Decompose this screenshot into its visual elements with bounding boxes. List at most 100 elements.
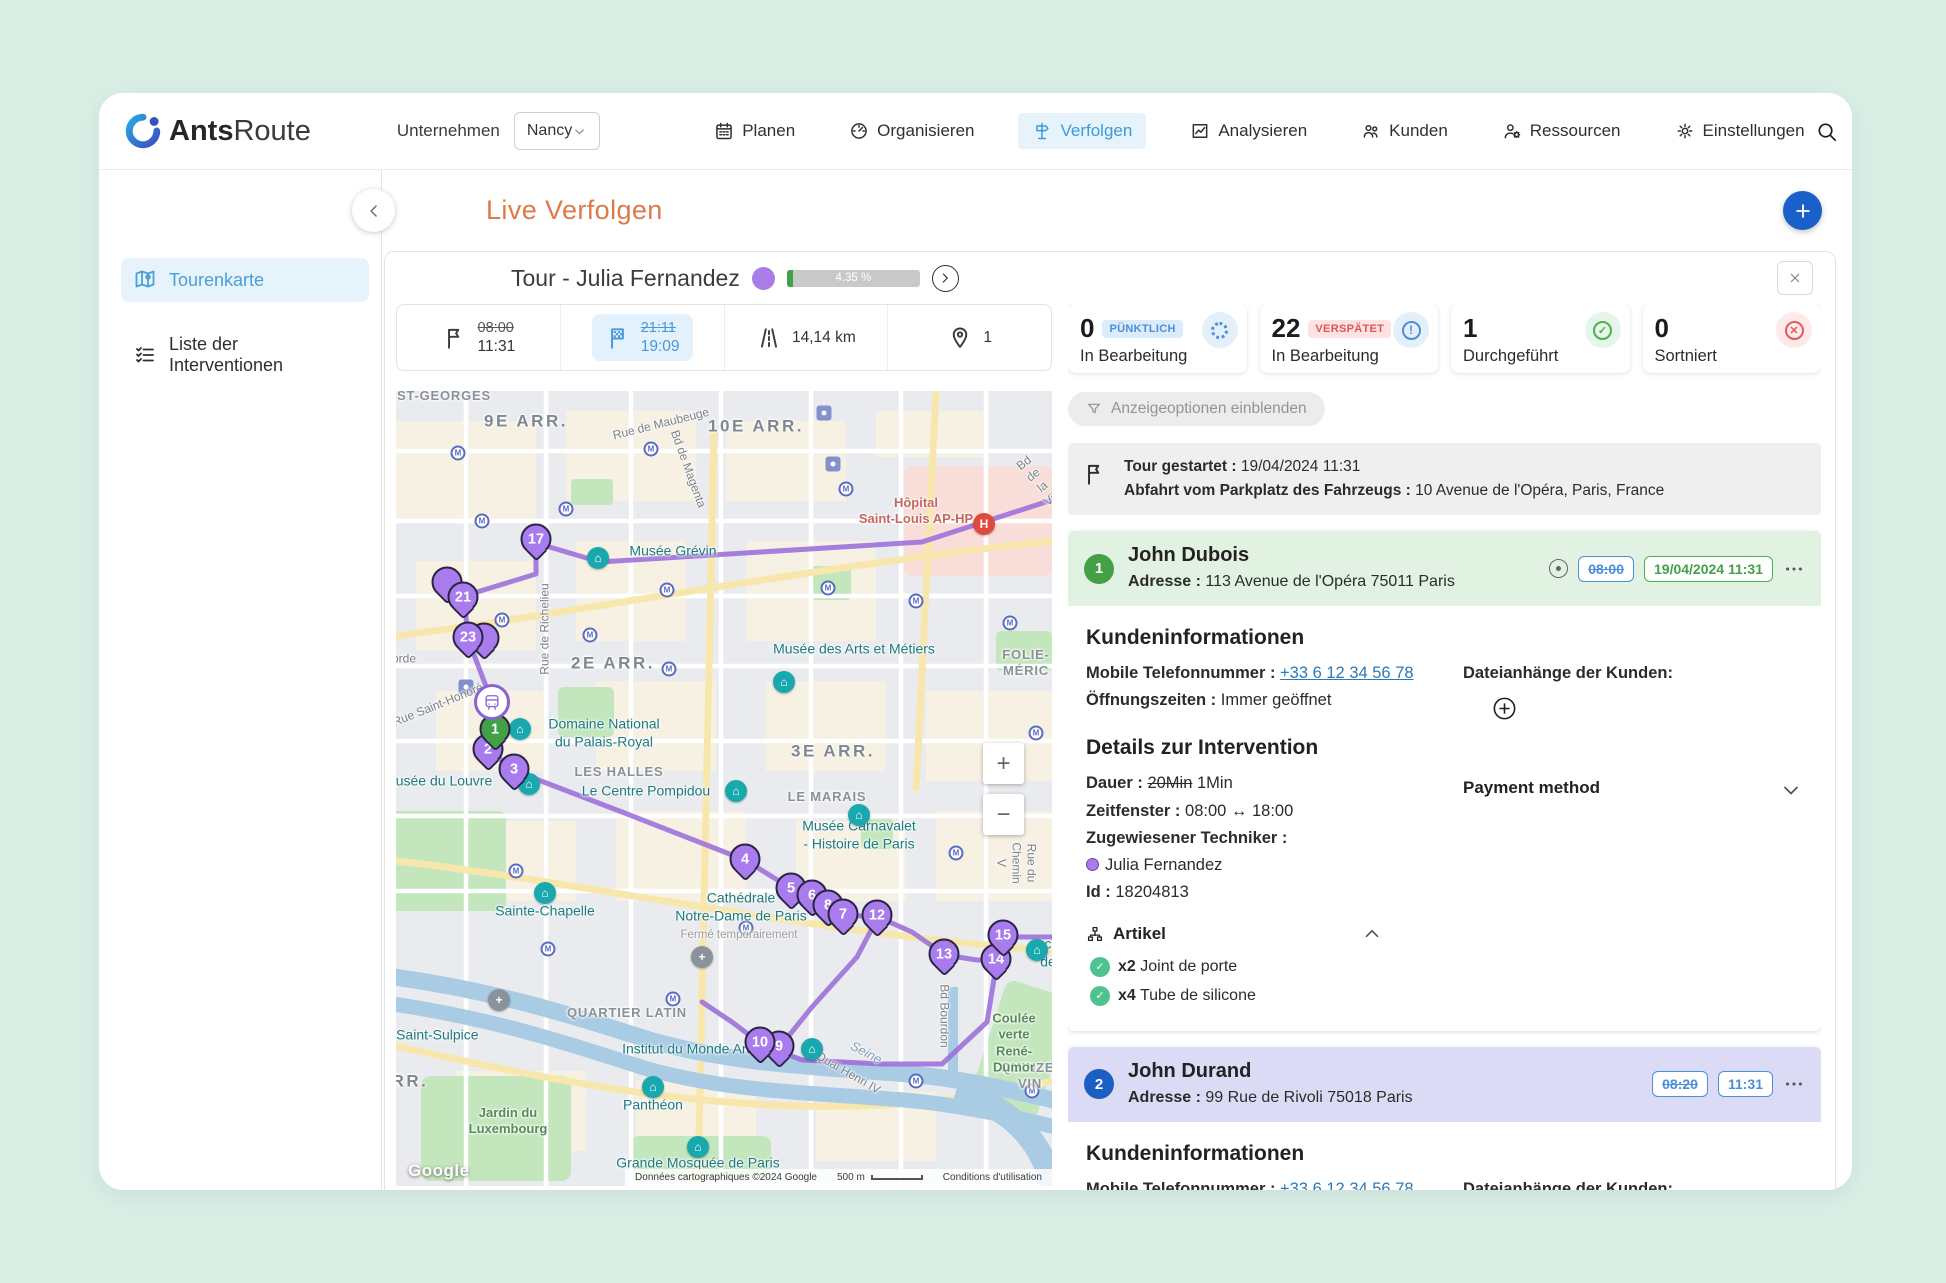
app-logo[interactable]: AntsRoute: [125, 113, 311, 149]
sidebar-item[interactable]: Tourenkarte: [121, 258, 369, 302]
intervention-id: 18204813: [1115, 883, 1188, 901]
metro-station-icon[interactable]: [666, 992, 681, 1007]
map-stop-marker[interactable]: 4: [730, 844, 761, 875]
metro-station-icon[interactable]: [559, 502, 574, 517]
metro-station-icon[interactable]: [1025, 1084, 1040, 1099]
map-poi-icon[interactable]: [691, 946, 713, 968]
phone-link[interactable]: +33 6 12 34 56 78: [1280, 664, 1414, 682]
map-poi-icon[interactable]: [973, 513, 995, 535]
metro-station-icon[interactable]: [739, 921, 754, 936]
map-stop-marker[interactable]: 12: [862, 900, 893, 931]
phone-link[interactable]: +33 6 12 34 56 78: [1280, 1180, 1414, 1190]
search-button[interactable]: [1815, 120, 1838, 143]
status-count: 22: [1272, 313, 1301, 344]
metro-station-icon[interactable]: [662, 662, 677, 677]
metro-station-icon[interactable]: [660, 583, 675, 598]
transit-station-icon[interactable]: [817, 406, 832, 421]
add-button[interactable]: [1783, 191, 1822, 230]
metro-station-icon[interactable]: [909, 1074, 924, 1089]
nav-item[interactable]: Organisieren: [839, 113, 984, 149]
tour-title: Tour - Julia Fernandez: [511, 265, 740, 292]
map-poi-icon[interactable]: [773, 671, 795, 693]
status-icon: [1776, 312, 1812, 348]
map-poi-icon[interactable]: [848, 804, 870, 826]
map-poi-icon[interactable]: [687, 1136, 709, 1158]
company-select[interactable]: Nancy: [514, 112, 600, 150]
metro-station-icon[interactable]: [821, 581, 836, 596]
add-attachment-button[interactable]: [1491, 695, 1518, 722]
tour-stat-value: 11:31: [478, 337, 516, 356]
metro-station-icon[interactable]: [475, 514, 490, 529]
nav-item[interactable]: Verfolgen: [1018, 113, 1146, 149]
sidebar-item[interactable]: Liste der Interventionen: [121, 324, 369, 386]
map-stop-marker[interactable]: 13: [929, 939, 960, 970]
metro-station-icon[interactable]: [583, 628, 598, 643]
status-icon: [1202, 312, 1238, 348]
map-stop-marker[interactable]: 3: [499, 754, 530, 785]
metro-station-icon[interactable]: [509, 864, 524, 879]
tour-stat: 14,14 km: [725, 305, 889, 370]
close-panel-button[interactable]: [1777, 261, 1813, 295]
metro-station-icon[interactable]: [839, 482, 854, 497]
transit-station-icon[interactable]: [459, 680, 474, 695]
google-logo: Google: [408, 1161, 470, 1181]
metro-station-icon[interactable]: [541, 942, 556, 957]
map-poi-icon[interactable]: [488, 989, 510, 1011]
metro-station-icon[interactable]: [1003, 616, 1018, 631]
stop-eta-time: 11:31: [1718, 1071, 1773, 1097]
map-stop-marker[interactable]: 10: [745, 1027, 776, 1058]
payment-method-toggle[interactable]: Payment method: [1463, 770, 1803, 906]
nav-item[interactable]: Einstellungen: [1665, 113, 1815, 149]
map-zoom-out-button[interactable]: −: [983, 794, 1024, 835]
map-stop-marker[interactable]: 7: [828, 899, 859, 930]
map-stop-marker[interactable]: 15: [988, 920, 1019, 951]
map-poi-icon[interactable]: [1026, 939, 1048, 961]
nav-item[interactable]: Planen: [704, 113, 805, 149]
nav-item[interactable]: Analysieren: [1180, 113, 1317, 149]
metro-station-icon[interactable]: [451, 446, 466, 461]
expand-tour-button[interactable]: [932, 265, 959, 292]
technician-color-dot: [1086, 858, 1099, 871]
nav-item[interactable]: Kunden: [1351, 113, 1458, 149]
map-poi-icon[interactable]: [534, 882, 556, 904]
back-button[interactable]: [352, 189, 395, 232]
metro-station-icon[interactable]: [909, 594, 924, 609]
map-poi-icon[interactable]: [587, 547, 609, 569]
chevron-up-icon[interactable]: [1361, 923, 1383, 945]
stop-card: 1 John Dubois Adresse : 113 Avenue de l'…: [1068, 531, 1821, 1031]
flag-icon: [1082, 461, 1108, 487]
stop-header[interactable]: 2 John Durand Adresse : 99 Rue de Rivoli…: [1068, 1047, 1821, 1122]
metro-station-icon[interactable]: [949, 846, 964, 861]
app-window: AntsRoute Unternehmen Nancy Planen Organ…: [99, 93, 1852, 1190]
display-options-toggle[interactable]: Anzeigeoptionen einblenden: [1068, 392, 1325, 426]
map-base-art: [396, 391, 1052, 1186]
map-stop-marker[interactable]: 21: [448, 582, 479, 613]
nav-item-label: Ressourcen: [1530, 121, 1621, 141]
tour-stat-icon: [605, 325, 631, 351]
status-badge: VERSPÄTET: [1308, 320, 1391, 338]
articles-list: ✓ x2 Joint de porte ✓ x4 Tube de silicon…: [1090, 957, 1803, 1006]
nav-item-icon: [1675, 121, 1695, 141]
map-stop-marker[interactable]: 17: [521, 524, 552, 555]
map-poi-icon[interactable]: [801, 1038, 823, 1060]
stop-header[interactable]: 1 John Dubois Adresse : 113 Avenue de l'…: [1068, 531, 1821, 606]
map-stop-marker[interactable]: 23: [453, 622, 484, 653]
map-zoom-in-button[interactable]: +: [983, 743, 1024, 784]
locate-stop-icon[interactable]: [1549, 559, 1568, 578]
map-poi-icon[interactable]: [642, 1076, 664, 1098]
transit-station-icon[interactable]: [826, 457, 841, 472]
map-poi-icon[interactable]: [509, 718, 531, 740]
nav-item[interactable]: Ressourcen: [1492, 113, 1631, 149]
vehicle-marker[interactable]: [474, 684, 510, 720]
stop-more-menu[interactable]: [1783, 558, 1805, 580]
map-terms-link[interactable]: Conditions d'utilisation: [943, 1172, 1042, 1183]
status-card: 1 Durchgeführt: [1451, 304, 1630, 373]
stop-more-menu[interactable]: [1783, 1073, 1805, 1095]
metro-station-icon[interactable]: [644, 442, 659, 457]
main-navigation: Planen Organisieren Verfolgen Analysiere…: [704, 113, 1814, 149]
map-canvas[interactable]: ST-GEORGES9E ARR.10E ARR.Rue de Maubeuge…: [396, 391, 1052, 1186]
metro-station-icon[interactable]: [1029, 726, 1044, 741]
map-poi-icon[interactable]: [725, 780, 747, 802]
nav-item-label: Kunden: [1389, 121, 1448, 141]
metro-station-icon[interactable]: [495, 613, 510, 628]
